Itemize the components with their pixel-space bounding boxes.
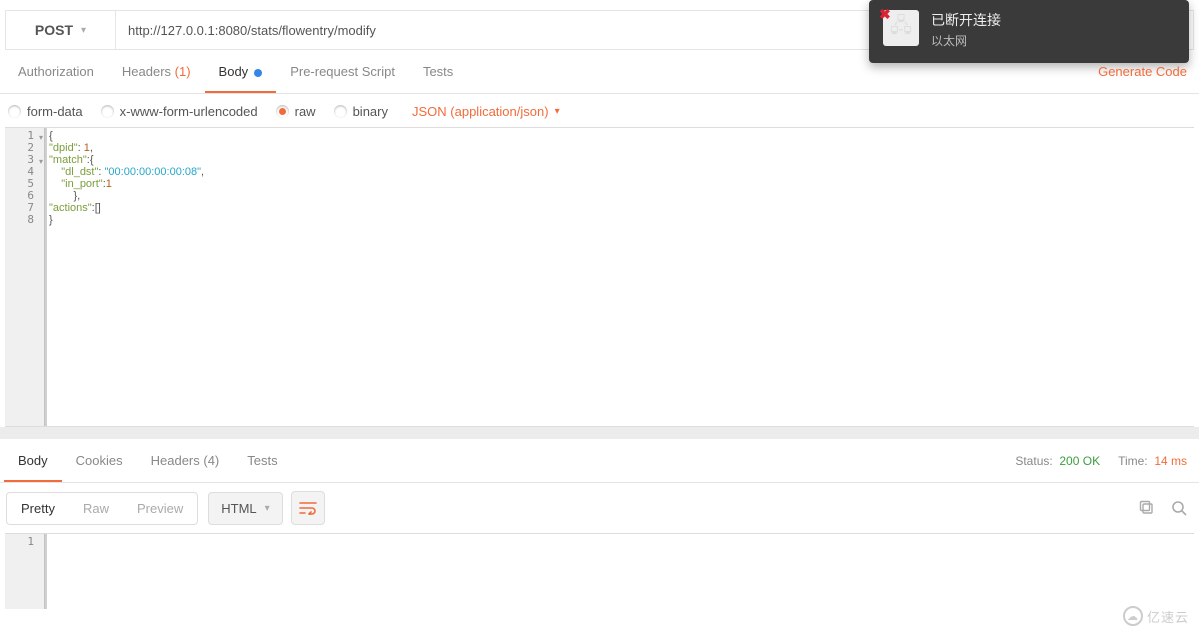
line-wrap-button[interactable] — [291, 491, 325, 525]
chevron-down-icon: ▾ — [555, 106, 560, 117]
view-mode-segment: Pretty Raw Preview — [6, 492, 198, 525]
radio-binary[interactable]: binary — [334, 104, 388, 119]
radio-form-data[interactable]: form-data — [8, 104, 83, 119]
time-value: 14 ms — [1154, 454, 1187, 468]
content-type-select[interactable]: JSON (application/json) ▾ — [412, 104, 560, 119]
radio-urlencoded[interactable]: x-www-form-urlencoded — [101, 104, 258, 119]
network-disconnected-icon: 🖧 — [883, 10, 919, 46]
watermark: ☁ 亿速云 — [1123, 606, 1189, 626]
radio-icon — [8, 105, 21, 118]
method-label: POST — [35, 22, 73, 38]
request-body-editor[interactable]: 1▾23▾45678 {"dpid": 1,"match":{ "dl_dst"… — [5, 127, 1194, 427]
search-icon[interactable] — [1171, 500, 1187, 516]
response-body-editor[interactable]: 1 — [5, 533, 1194, 609]
modified-dot-icon — [254, 69, 262, 77]
copy-icon[interactable] — [1139, 500, 1155, 516]
url-input[interactable] — [116, 11, 947, 49]
resp-tab-body[interactable]: Body — [4, 440, 62, 481]
view-preview[interactable]: Preview — [123, 493, 197, 524]
chevron-down-icon: ▾ — [81, 25, 86, 36]
editor-gutter: 1 — [5, 534, 45, 609]
view-pretty[interactable]: Pretty — [7, 493, 69, 524]
tab-headers[interactable]: Headers (1) — [108, 51, 205, 92]
method-select[interactable]: POST ▾ — [6, 11, 116, 49]
cloud-icon: ☁ — [1123, 606, 1143, 626]
chevron-down-icon: ▾ — [265, 503, 270, 514]
tab-body[interactable]: Body — [205, 51, 277, 92]
status-value: 200 OK — [1059, 454, 1100, 468]
request-tabs: Authorization Headers (1) Body Pre-reque… — [0, 50, 1199, 94]
tab-tests[interactable]: Tests — [409, 51, 467, 92]
editor-code[interactable] — [45, 534, 1194, 609]
response-tabs: Body Cookies Headers (4) Tests Status: 2… — [0, 439, 1199, 483]
tab-authorization[interactable]: Authorization — [4, 51, 108, 92]
resp-tab-tests[interactable]: Tests — [233, 440, 291, 481]
generate-code-link[interactable]: Generate Code — [1098, 64, 1187, 79]
notification-subtitle: 以太网 — [931, 32, 1001, 49]
radio-selected-icon — [276, 105, 289, 118]
editor-code[interactable]: {"dpid": 1,"match":{ "dl_dst": "00:00:00… — [45, 128, 1194, 426]
tab-prerequest[interactable]: Pre-request Script — [276, 51, 409, 92]
resp-tab-headers[interactable]: Headers (4) — [137, 440, 234, 481]
response-view-options: Pretty Raw Preview HTML ▾ — [0, 483, 1199, 533]
radio-raw[interactable]: raw — [276, 104, 316, 119]
resp-tab-cookies[interactable]: Cookies — [62, 440, 137, 481]
time-label: Time: — [1118, 454, 1148, 468]
editor-gutter: 1▾23▾45678 — [5, 128, 45, 426]
radio-icon — [334, 105, 347, 118]
radio-icon — [101, 105, 114, 118]
status-label: Status: — [1015, 454, 1052, 468]
notification-title: 已断开连接 — [931, 10, 1001, 30]
body-type-row: form-data x-www-form-urlencoded raw bina… — [0, 94, 1199, 127]
view-raw[interactable]: Raw — [69, 493, 123, 524]
format-select[interactable]: HTML ▾ — [208, 492, 282, 525]
